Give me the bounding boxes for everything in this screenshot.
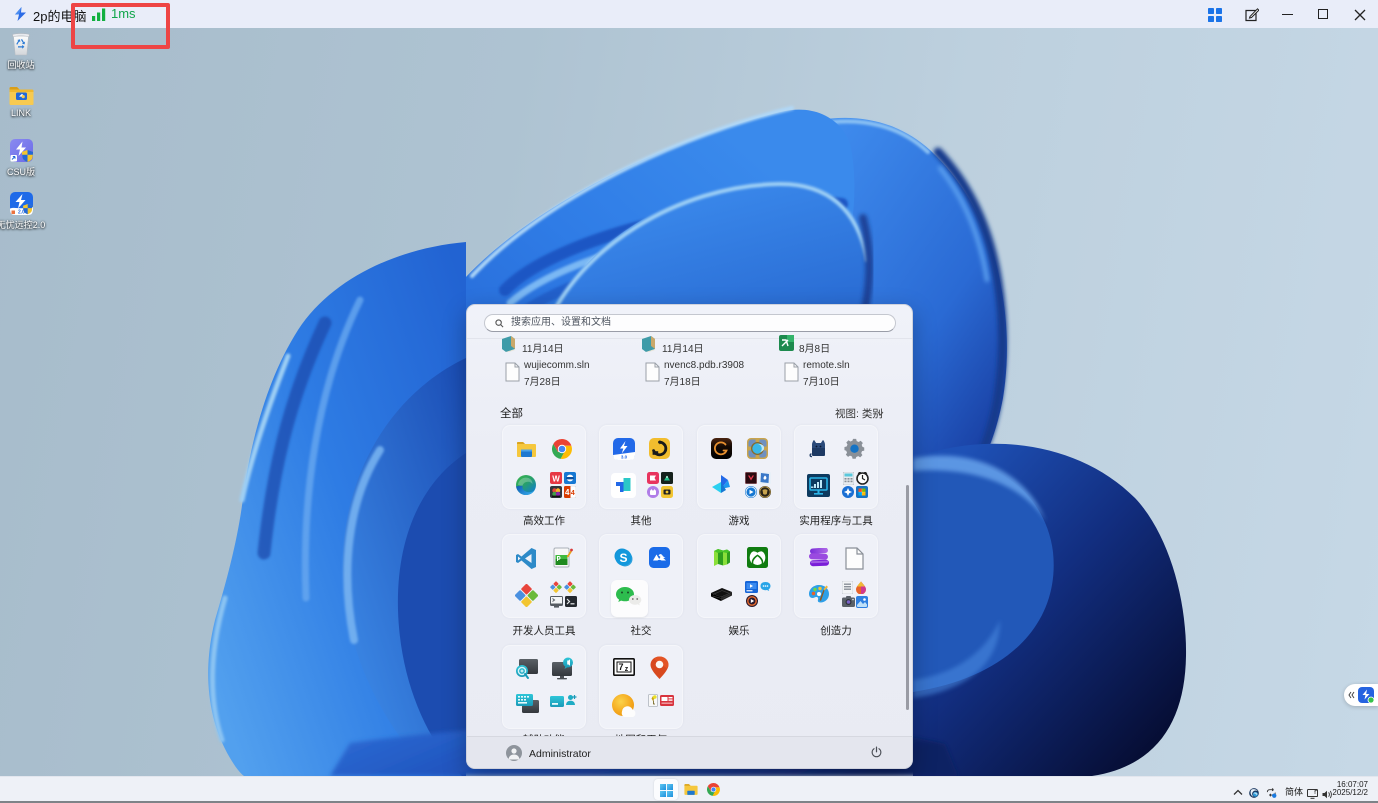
svg-text:S: S <box>619 551 627 565</box>
svg-text:3.0: 3.0 <box>621 455 628 460</box>
svg-text:7: 7 <box>618 662 623 672</box>
svg-text:4: 4 <box>565 488 570 497</box>
svg-text:W: W <box>552 475 560 484</box>
svg-text:z: z <box>625 666 629 673</box>
svg-text:4: 4 <box>571 490 575 497</box>
